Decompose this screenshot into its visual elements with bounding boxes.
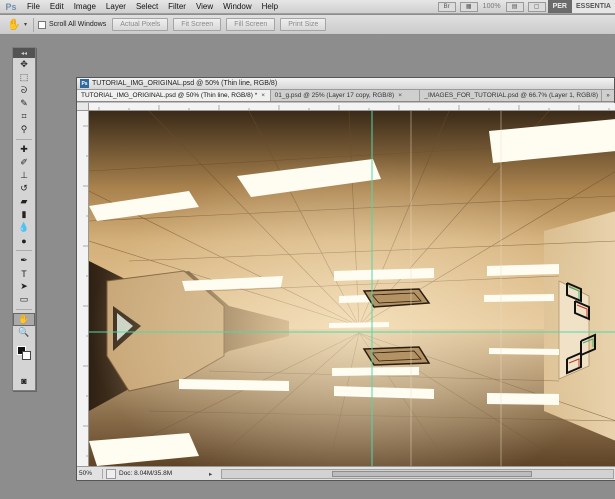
doc-info: Doc: 8.04M/35.8M [119, 470, 209, 477]
blur-tool-icon[interactable]: 💧 [13, 221, 35, 234]
document-canvas[interactable] [89, 111, 615, 466]
marquee-tool-icon[interactable]: ⬚ [13, 71, 35, 84]
quick-select-tool-icon[interactable]: ✎ [13, 97, 35, 110]
hand-tool-icon[interactable]: ✋ [13, 313, 35, 326]
status-menu-icon[interactable] [106, 468, 116, 479]
arrange-documents-button[interactable]: ▤ [505, 1, 524, 12]
lasso-tool-icon[interactable]: ᘐ [13, 84, 35, 97]
tab-01-g[interactable]: 01_g.psd @ 25% (Layer 17 copy, RGB/8) × [271, 90, 421, 101]
zoom-tool-icon[interactable]: 🔍 [13, 326, 35, 339]
gradient-tool-icon[interactable]: ▮ [13, 208, 35, 221]
view-extras-button[interactable]: ▦ [459, 1, 478, 12]
photoshop-logo: Ps [5, 1, 17, 12]
eraser-tool-icon[interactable]: ▰ [13, 195, 35, 208]
dodge-tool-icon[interactable]: ● [13, 234, 35, 247]
divider [33, 17, 35, 32]
fit-screen-button[interactable]: Fit Screen [173, 18, 222, 31]
pen-tool-icon[interactable]: ✒ [13, 254, 35, 267]
print-size-button[interactable]: Print Size [280, 18, 327, 31]
document-window-title: TUTORIAL_IMG_ORIGINAL.psd @ 50% (Thin li… [92, 80, 278, 87]
move-tool-icon[interactable]: ✥ [13, 58, 35, 71]
tab-label: TUTORIAL_IMG_ORIGINAL.psd @ 50% (Thin li… [81, 92, 258, 99]
document-tabs: TUTORIAL_IMG_ORIGINAL.psd @ 50% (Thin li… [77, 90, 614, 102]
type-tool-icon[interactable]: T [13, 267, 35, 280]
ruler-ticks [83, 125, 88, 457]
brush-tool-icon[interactable]: ✐ [13, 156, 35, 169]
menu-view[interactable]: View [191, 0, 218, 14]
toolbox-grip[interactable]: ◂◂ [13, 48, 35, 58]
quick-mask-icon[interactable]: ◙ [13, 374, 35, 387]
eyedropper-tool-icon[interactable]: ⚲ [13, 123, 35, 136]
divider [16, 247, 32, 251]
clone-stamp-tool-icon[interactable]: ⊥ [13, 169, 35, 182]
menu-window[interactable]: Window [218, 0, 256, 14]
crop-tool-icon[interactable]: ⌗ [13, 110, 35, 123]
tab-label: 01_g.psd @ 25% (Layer 17 copy, RGB/8) [274, 92, 395, 99]
shape-tool-icon[interactable]: ▭ [13, 293, 35, 306]
healing-brush-tool-icon[interactable]: ✚ [13, 143, 35, 156]
doc-size-label: Doc: 8.04M/35.8M [119, 470, 173, 477]
launch-bridge-button[interactable]: Br [437, 1, 456, 12]
tabs-overflow-icon[interactable]: » [602, 90, 614, 101]
ruler-ticks [98, 105, 610, 110]
document-title-bar[interactable]: Ps TUTORIAL_IMG_ORIGINAL.psd @ 50% (Thin… [77, 78, 614, 90]
document-window: Ps TUTORIAL_IMG_ORIGINAL.psd @ 50% (Thin… [76, 77, 615, 481]
history-brush-tool-icon[interactable]: ↺ [13, 182, 35, 195]
background-color-swatch[interactable] [22, 351, 31, 360]
horizontal-scrollbar[interactable] [221, 468, 614, 479]
menubar-right: Br ▦ 100% ▤ ▢ PER ESSENTIA [436, 0, 615, 14]
fill-screen-button[interactable]: Fill Screen [226, 18, 276, 31]
menu-bar: Ps File Edit Image Layer Select Filter V… [0, 0, 615, 14]
path-selection-tool-icon[interactable]: ➤ [13, 280, 35, 293]
divider [16, 306, 32, 310]
workspace-label[interactable]: ESSENTIA [571, 0, 615, 13]
screen-mode-button[interactable]: ▢ [527, 1, 546, 12]
menu-layer[interactable]: Layer [101, 0, 131, 14]
tab-label: _IMAGES_FOR_TUTORIAL.psd @ 66.7% (Layer … [424, 92, 599, 99]
status-bar: 50% Doc: 8.04M/35.8M ▸ [77, 466, 615, 480]
tab-tutorial-img-original[interactable]: TUTORIAL_IMG_ORIGINAL.psd @ 50% (Thin li… [77, 90, 271, 101]
vertical-ruler[interactable] [77, 111, 89, 466]
close-icon[interactable]: × [261, 92, 265, 99]
actual-pixels-button[interactable]: Actual Pixels [112, 18, 169, 31]
menu-help[interactable]: Help [257, 0, 283, 14]
tab-images-for-tutorial[interactable]: _IMAGES_FOR_TUTORIAL.psd @ 66.7% (Layer … [420, 90, 603, 101]
menu-edit[interactable]: Edit [45, 0, 69, 14]
hand-icon[interactable]: ✋ [4, 18, 24, 32]
scrollbar-thumb[interactable] [332, 470, 532, 477]
toolbox: ◂◂ ✥ ⬚ ᘐ ✎ ⌗ ⚲ ✚ ✐ ⊥ ↺ ▰ ▮ 💧 ● ✒ T ➤ ▭ ✋… [12, 47, 36, 391]
scroll-all-windows-label: Scroll All Windows [49, 21, 107, 28]
scroll-all-windows-checkbox[interactable] [38, 20, 47, 29]
workspace-button[interactable]: PER [547, 0, 572, 13]
options-bar: ✋ ▾ Scroll All Windows Actual Pixels Fit… [0, 15, 615, 35]
menu-filter[interactable]: Filter [163, 0, 191, 14]
menu-file[interactable]: File [22, 0, 45, 14]
horizontal-ruler[interactable] [89, 103, 615, 111]
document-type-icon: Ps [80, 79, 89, 88]
close-icon[interactable]: × [398, 92, 402, 99]
zoom-field[interactable]: 50% [77, 468, 103, 479]
menu-select[interactable]: Select [131, 0, 163, 14]
corridor-photo [89, 111, 615, 466]
status-menu-arrow-icon[interactable]: ▸ [209, 470, 219, 478]
zoom-level[interactable]: 100% [483, 3, 501, 10]
tool-preset-arrow-icon[interactable]: ▾ [24, 21, 27, 28]
menu-image[interactable]: Image [69, 0, 101, 14]
divider [16, 136, 32, 140]
ruler-origin[interactable] [77, 103, 89, 111]
